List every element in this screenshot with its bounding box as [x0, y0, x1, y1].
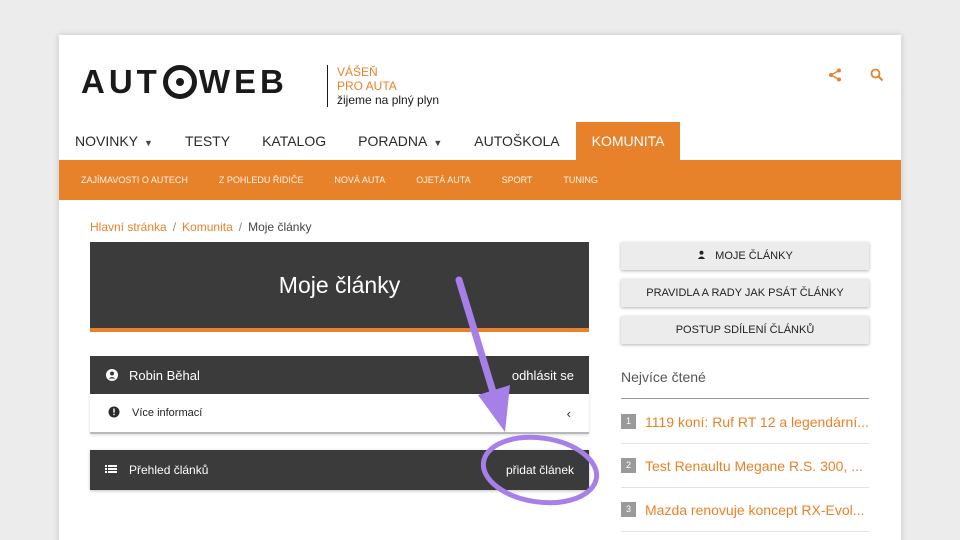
more-info-row[interactable]: Více informací ‹ [90, 394, 589, 434]
breadcrumb: Hlavní stránka / Komunita / Moje články [90, 220, 311, 234]
sub-nav: ZAJÍMAVOSTI O AUTECH Z POHLEDU ŘIDIČE NO… [59, 160, 901, 200]
popular-title: Nejvíce čtené [621, 369, 706, 385]
nav-item-testy[interactable]: TESTY [169, 122, 246, 160]
tagline: VÁŠEŇ PRO AUTA žijeme na plný plyn [337, 65, 439, 107]
user-name: Robin Běhal [129, 367, 200, 383]
main-nav: NOVINKY ▼ TESTY KATALOG PORADNA ▼ AUTOŠKOL… [59, 122, 681, 160]
nav-item-label: AUTOŠKOLA [474, 133, 560, 149]
rank-badge: 3 [621, 502, 636, 517]
articles-overview-bar: Přehled článků přidat článek [90, 450, 589, 490]
rules-label: PRAVIDLA A RADY JAK PSÁT ČLÁNKY [646, 287, 844, 299]
popular-item-title[interactable]: 1119 koní: Ruf RT 12 a legendární... [645, 414, 869, 430]
nav-item-poradna[interactable]: PORADNA ▼ [342, 122, 458, 160]
account-circle-icon [105, 368, 119, 382]
info-icon [108, 406, 122, 420]
subnav-item-ojeta-auta[interactable]: OJETÁ AUTA [416, 175, 470, 185]
page-container: AUT WEB VÁŠEŇ PRO AUTA žijeme na plný pl… [59, 35, 901, 540]
nav-item-autoskola[interactable]: AUTOŠKOLA [458, 122, 575, 160]
rank-badge: 2 [621, 458, 636, 473]
breadcrumb-home[interactable]: Hlavní stránka [90, 220, 167, 234]
nav-item-label: KATALOG [262, 133, 327, 149]
breadcrumb-current: Moje články [248, 220, 312, 234]
subnav-item-nova-auta[interactable]: NOVÁ AUTA [334, 175, 385, 185]
nav-item-komunita[interactable]: KOMUNITA [575, 122, 681, 160]
subnav-item-zajimavosti[interactable]: ZAJÍMAVOSTI O AUTECH [81, 175, 188, 185]
popular-divider [621, 398, 869, 399]
tagline-line-1: VÁŠEŇ [337, 65, 378, 79]
breadcrumb-separator: / [238, 220, 243, 234]
sharing-procedure-button[interactable]: POSTUP SDÍLENÍ ČLÁNKŮ [621, 316, 869, 344]
page-title: Moje články [278, 271, 401, 298]
subnav-item-sport[interactable]: SPORT [502, 175, 533, 185]
popular-item-title[interactable]: Mazda renovuje koncept RX-Evol... [645, 502, 864, 518]
chevron-left-icon: ‹ [566, 405, 571, 421]
nav-item-katalog[interactable]: KATALOG [246, 122, 342, 160]
user-bar: Robin Běhal odhlásit se [90, 356, 589, 394]
articles-overview-label: Přehled článků [129, 463, 209, 477]
popular-item[interactable]: 2 Test Renaultu Megane R.S. 300, ... [621, 444, 869, 488]
logo-text-left: AUT [81, 63, 161, 100]
chevron-down-icon: ▼ [433, 138, 443, 148]
breadcrumb-section[interactable]: Komunita [182, 220, 233, 234]
logo-divider [327, 65, 328, 107]
list-icon [105, 463, 119, 477]
nav-item-label: TESTY [184, 133, 231, 149]
my-articles-button[interactable]: MOJE ČLÁNKY [621, 242, 869, 270]
popular-item-title[interactable]: Test Renaultu Megane R.S. 300, ... [645, 458, 863, 474]
add-article-link[interactable]: přidat článek [506, 463, 574, 477]
wheel-icon [162, 65, 197, 99]
popular-item[interactable]: 3 Mazda renovuje koncept RX-Evol... [621, 488, 869, 532]
header-actions [827, 67, 885, 83]
chevron-down-icon: ▼ [144, 138, 153, 148]
rank-badge: 1 [621, 414, 636, 429]
sharing-procedure-label: POSTUP SDÍLENÍ ČLÁNKŮ [675, 324, 815, 336]
subnav-item-z-pohledu-ridice[interactable]: Z POHLEDU ŘIDIČE [219, 175, 304, 185]
nav-item-novinky[interactable]: NOVINKY ▼ [59, 122, 169, 160]
page-hero: Moje články [90, 242, 589, 332]
search-icon[interactable] [869, 67, 885, 83]
breadcrumb-separator: / [172, 220, 177, 234]
rules-button[interactable]: PRAVIDLA A RADY JAK PSÁT ČLÁNKY [621, 279, 869, 307]
logout-link[interactable]: odhlásit se [512, 368, 574, 383]
subnav-item-tuning[interactable]: TUNING [563, 175, 598, 185]
popular-item[interactable]: 1 1119 koní: Ruf RT 12 a legendární... [621, 400, 869, 444]
site-logo[interactable]: AUT WEB [81, 63, 288, 101]
nav-item-label: PORADNA [358, 133, 428, 149]
more-info-label: Více informací [132, 407, 203, 419]
logo-text-right: WEB [198, 63, 288, 100]
share-icon[interactable] [827, 67, 843, 83]
tagline-line-3: žijeme na plný plyn [337, 93, 440, 107]
tagline-line-2: PRO AUTA [337, 79, 397, 93]
nav-item-label: NOVINKY [75, 133, 139, 149]
nav-item-label: KOMUNITA [591, 133, 665, 149]
my-articles-label: MOJE ČLÁNKY [715, 250, 793, 262]
person-icon [697, 250, 706, 262]
